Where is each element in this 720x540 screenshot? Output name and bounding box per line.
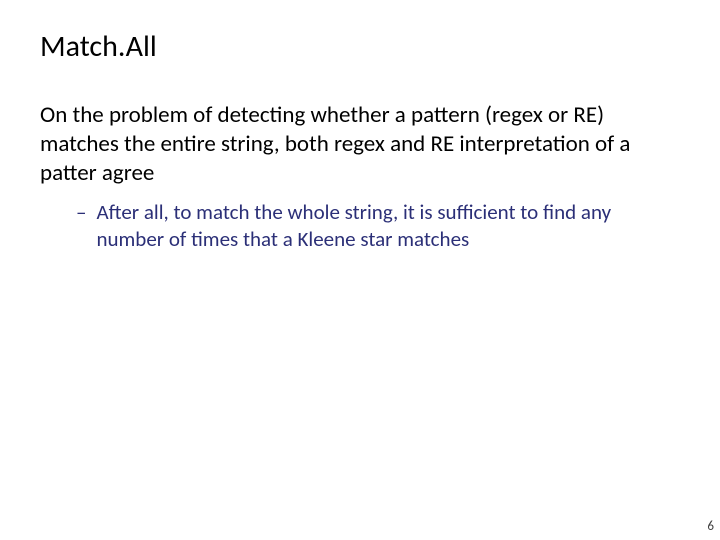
sub-bullet: – After all, to match the whole string, … [76,199,680,252]
slide-title: Match.All [40,28,680,65]
bullet-dash-icon: – [76,199,96,252]
sub-bullet-text: After all, to match the whole string, it… [96,199,680,252]
page-number: 6 [707,519,714,534]
body-paragraph: On the problem of detecting whether a pa… [40,101,680,187]
slide: Match.All On the problem of detecting wh… [0,0,720,540]
